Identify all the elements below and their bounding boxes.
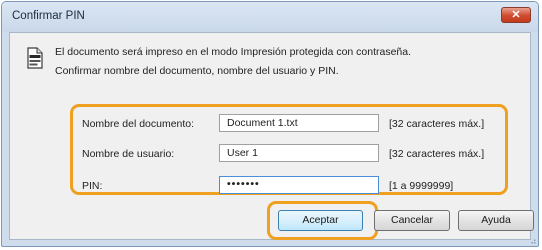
title-bar[interactable]: Confirmar PIN ✕ bbox=[2, 2, 538, 32]
window-title: Confirmar PIN bbox=[12, 10, 85, 22]
pin-hint: [1 a 9999999] bbox=[389, 180, 454, 192]
ok-button[interactable]: Aceptar bbox=[278, 210, 363, 231]
confirm-pin-dialog: Confirmar PIN ✕ El documento será impres… bbox=[1, 1, 539, 247]
close-button[interactable]: ✕ bbox=[501, 7, 531, 23]
info-text-confirm: Confirmar nombre del documento, nombre d… bbox=[55, 65, 339, 77]
cancel-button[interactable]: Cancelar bbox=[374, 210, 450, 231]
resize-grip[interactable] bbox=[530, 238, 536, 244]
document-icon bbox=[27, 47, 43, 69]
document-name-label: Nombre del documento: bbox=[82, 118, 195, 130]
document-name-hint: [32 caracteres máx.] bbox=[389, 118, 485, 130]
document-name-field[interactable]: Document 1.txt bbox=[219, 114, 379, 132]
pin-field[interactable]: ••••••• bbox=[219, 176, 379, 194]
pin-label: PIN: bbox=[82, 180, 103, 192]
info-text-mode: El documento será impreso en el modo Imp… bbox=[55, 46, 412, 58]
user-name-field[interactable]: User 1 bbox=[219, 144, 379, 162]
user-name-hint: [32 caracteres máx.] bbox=[389, 148, 485, 160]
help-button[interactable]: Ayuda bbox=[458, 210, 534, 231]
user-name-label: Nombre de usuario: bbox=[82, 148, 175, 160]
close-icon[interactable]: ✕ bbox=[502, 9, 530, 21]
